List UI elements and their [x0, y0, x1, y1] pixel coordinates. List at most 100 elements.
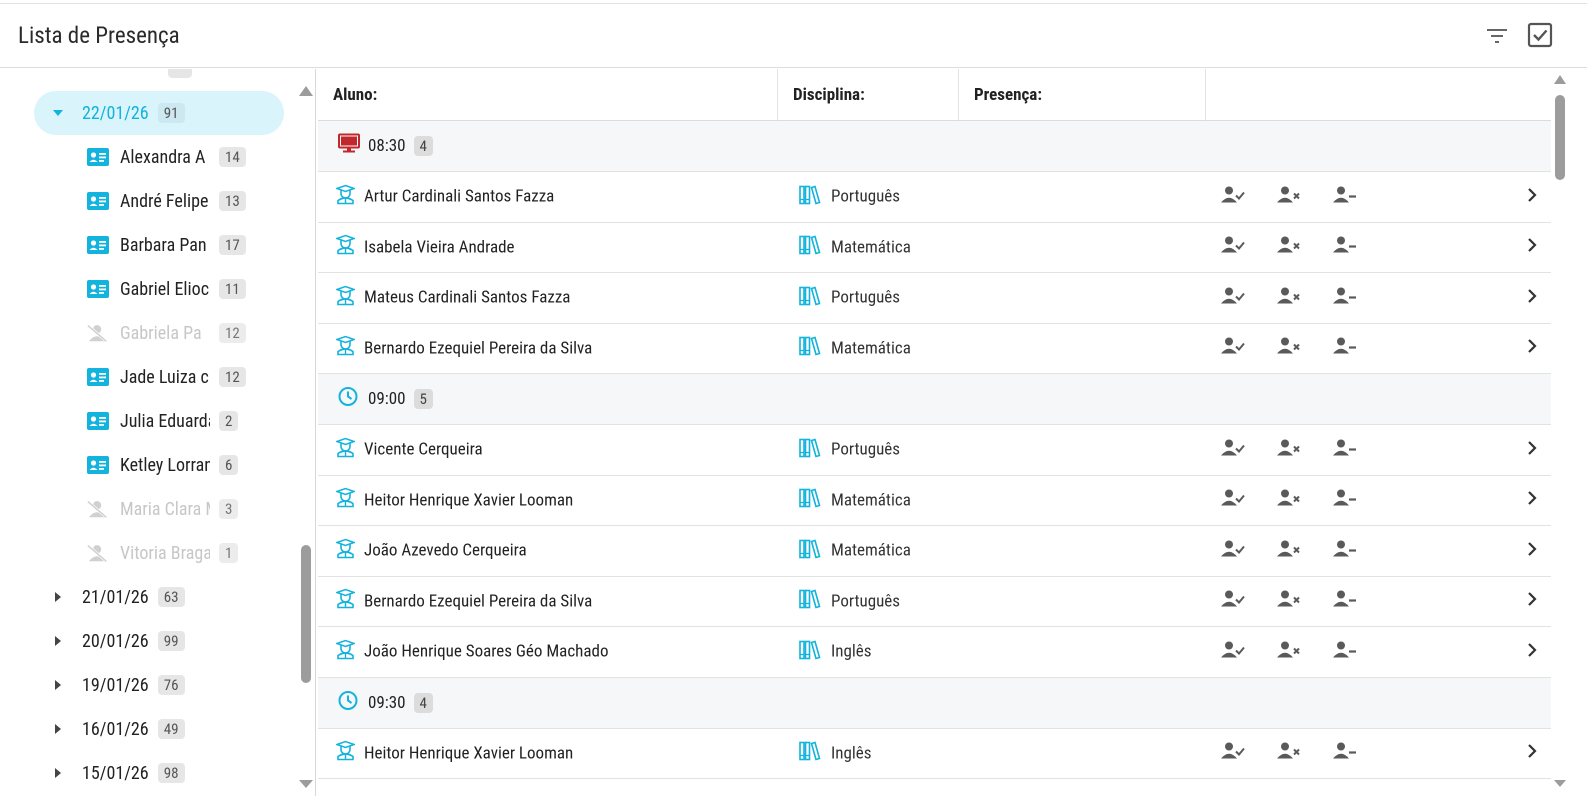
- subject-name: Matemática: [831, 237, 911, 258]
- student-icon: [334, 234, 357, 260]
- mark-present-icon[interactable]: [1221, 539, 1245, 562]
- mark-absent-icon[interactable]: [1277, 640, 1301, 663]
- table-row[interactable]: Vicente Cerqueira Português: [318, 425, 1551, 476]
- caret-right-icon[interactable]: [46, 679, 70, 691]
- mark-excused-icon[interactable]: [1333, 590, 1357, 613]
- mark-excused-icon[interactable]: [1333, 185, 1357, 208]
- mark-absent-icon[interactable]: [1277, 286, 1301, 309]
- presence-actions: [1221, 539, 1357, 562]
- books-icon: [799, 741, 821, 766]
- subject-name: Português: [831, 287, 901, 308]
- table-row[interactable]: João Azevedo Cerqueira Matemática: [318, 526, 1551, 577]
- chevron-right-icon[interactable]: [1527, 187, 1537, 207]
- mark-excused-icon[interactable]: [1333, 489, 1357, 512]
- mark-absent-icon[interactable]: [1277, 438, 1301, 461]
- student-icon: [334, 335, 357, 361]
- tree-date-expanded[interactable]: 22/01/26 91: [34, 91, 284, 135]
- tree-date-item[interactable]: 15/01/26 98: [34, 751, 284, 795]
- column-header-presence[interactable]: Presença:: [959, 69, 1206, 121]
- table-scroll-up-arrow[interactable]: [1554, 75, 1566, 84]
- mark-absent-icon[interactable]: [1277, 742, 1301, 765]
- mark-excused-icon[interactable]: [1333, 742, 1357, 765]
- column-header-student[interactable]: Aluno:: [318, 69, 778, 121]
- mark-absent-icon[interactable]: [1277, 185, 1301, 208]
- caret-right-icon[interactable]: [46, 635, 70, 647]
- tree-teacher-item[interactable]: Ketley Lorran 6: [86, 443, 266, 487]
- mark-absent-icon[interactable]: [1277, 539, 1301, 562]
- chevron-right-icon[interactable]: [1527, 338, 1537, 358]
- table-row[interactable]: Bernardo Ezequiel Pereira da Silva Portug…: [318, 577, 1551, 627]
- tree-teacher-item[interactable]: Maria Clara M 3: [86, 487, 266, 531]
- tree-teacher-item[interactable]: Barbara Pan 17: [86, 223, 266, 267]
- tree-date-item[interactable]: 20/01/26 99: [34, 619, 284, 663]
- mark-excused-icon[interactable]: [1333, 286, 1357, 309]
- table-scroll-down-arrow[interactable]: [1554, 780, 1566, 787]
- chevron-right-icon[interactable]: [1527, 490, 1537, 510]
- tree-teacher-item[interactable]: Gabriel Elioc 11: [86, 267, 266, 311]
- chevron-right-icon[interactable]: [1527, 642, 1537, 662]
- mark-present-icon[interactable]: [1221, 640, 1245, 663]
- table-scrollbar-thumb[interactable]: [1555, 95, 1565, 180]
- student-icon: [334, 639, 357, 664]
- tree-teacher-name: André Felipe: [120, 190, 209, 212]
- mark-absent-icon[interactable]: [1277, 489, 1301, 512]
- scroll-down-arrow[interactable]: [299, 780, 313, 788]
- mark-excused-icon[interactable]: [1333, 438, 1357, 461]
- table-row[interactable]: Mateus Cardinali Santos Fazza Português: [318, 273, 1551, 324]
- scroll-up-arrow[interactable]: [299, 86, 313, 96]
- tree-teacher-item[interactable]: Vitoria Braga 1: [86, 531, 266, 575]
- mark-absent-icon[interactable]: [1277, 236, 1301, 259]
- chevron-right-icon[interactable]: [1527, 237, 1537, 257]
- mark-absent-icon[interactable]: [1277, 337, 1301, 360]
- tree-teacher-item[interactable]: Gabriela Pa 12: [86, 311, 266, 355]
- student-icon: [334, 437, 357, 462]
- chevron-right-icon[interactable]: [1527, 288, 1537, 308]
- mark-present-icon[interactable]: [1221, 286, 1245, 309]
- mark-present-icon[interactable]: [1221, 337, 1245, 360]
- mark-present-icon[interactable]: [1221, 185, 1245, 208]
- contact-card-icon: [86, 236, 110, 254]
- tree-teacher-item[interactable]: Jade Luiza c 12: [86, 355, 266, 399]
- subject-cell: Português: [799, 184, 900, 209]
- table-row[interactable]: João Henrique Soares Géo Machado Inglês: [318, 627, 1551, 678]
- student-icon: [334, 588, 357, 614]
- tree-date-label: 20/01/26: [82, 630, 149, 652]
- chevron-right-icon[interactable]: [1527, 591, 1537, 611]
- chevron-right-icon[interactable]: [1527, 541, 1537, 561]
- caret-down-icon[interactable]: [46, 109, 70, 117]
- caret-right-icon[interactable]: [46, 591, 70, 603]
- caret-right-icon[interactable]: [46, 723, 70, 735]
- tree-teacher-item[interactable]: Julia Eduarda 2: [86, 399, 266, 443]
- caret-right-icon[interactable]: [46, 767, 70, 779]
- tree-teacher-item[interactable]: Alexandra A 14: [86, 135, 266, 179]
- books-icon: [799, 184, 821, 209]
- mark-excused-icon[interactable]: [1333, 236, 1357, 259]
- chevron-right-icon[interactable]: [1527, 440, 1537, 460]
- filter-icon[interactable]: [1486, 26, 1510, 50]
- mark-present-icon[interactable]: [1221, 438, 1245, 461]
- mark-present-icon[interactable]: [1221, 742, 1245, 765]
- mark-excused-icon[interactable]: [1333, 539, 1357, 562]
- tree-date-item[interactable]: 16/01/26 49: [34, 707, 284, 751]
- mark-present-icon[interactable]: [1221, 590, 1245, 613]
- tree-date-item[interactable]: 19/01/26 76: [34, 663, 284, 707]
- table-row[interactable]: Artur Cardinali Santos Fazza Português: [318, 172, 1551, 223]
- table-row[interactable]: Bernardo Ezequiel Pereira da Silva Matemá…: [318, 324, 1551, 374]
- table-row[interactable]: Isabela Vieira Andrade Matemática: [318, 223, 1551, 273]
- select-all-checkbox-icon[interactable]: [1527, 22, 1553, 52]
- sidebar-scrollbar-thumb[interactable]: [301, 545, 311, 683]
- mark-absent-icon[interactable]: [1277, 590, 1301, 613]
- tree-date-item[interactable]: 21/01/26 63: [34, 575, 284, 619]
- student-name: João Henrique Soares Géo Machado: [364, 641, 609, 662]
- tree-teacher-item[interactable]: André Felipe 13: [86, 179, 266, 223]
- table-row[interactable]: Heitor Henrique Xavier Looman Matemática: [318, 476, 1551, 526]
- column-header-subject[interactable]: Disciplina:: [778, 69, 959, 121]
- subject-cell: Português: [799, 437, 900, 462]
- mark-present-icon[interactable]: [1221, 489, 1245, 512]
- chevron-right-icon[interactable]: [1527, 743, 1537, 763]
- mark-present-icon[interactable]: [1221, 236, 1245, 259]
- table-row[interactable]: Heitor Henrique Xavier Looman Inglês: [318, 729, 1551, 779]
- subject-cell: Português: [799, 285, 900, 310]
- mark-excused-icon[interactable]: [1333, 640, 1357, 663]
- mark-excused-icon[interactable]: [1333, 337, 1357, 360]
